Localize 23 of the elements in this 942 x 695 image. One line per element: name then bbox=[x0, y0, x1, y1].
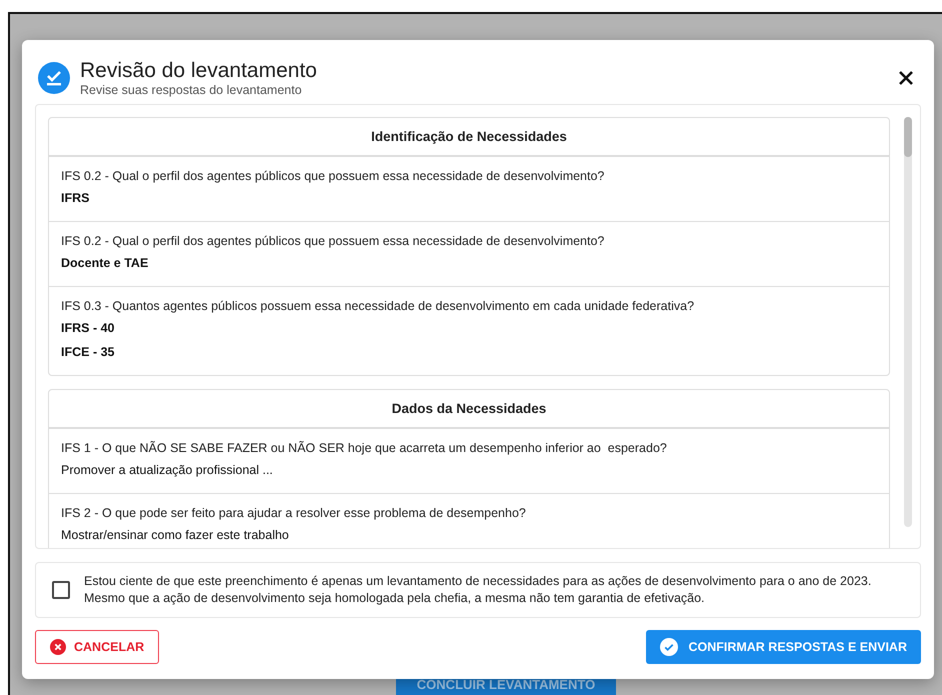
question-text: IFS 1 - O que NÃO SE SABE FAZER ou NÃO SER hoje que acarreta um desempenho inferior ao esperado? bbox=[61, 441, 668, 455]
answer-text: Promover a atualização profissional ... bbox=[61, 463, 274, 477]
agreement-text: Estou ciente de que este preenchimento é apenas um levantamento de necessidades para as ações de desenvolvimento para o ano de 2023. Mesmo que a ação de desenvolvimento seja homologada pela chefia, a mesma não tem garantia de efetivação. bbox=[84, 573, 872, 607]
confirm-button[interactable]: CONFIRMAR RESPOSTAS E ENVIAR bbox=[646, 630, 921, 664]
section-title: Dados da Necessidades bbox=[49, 390, 889, 428]
question-text: IFS 0.3 - Quantos agentes públicos possuem essa necessidade de desenvolvimento em cada unidade federativa? bbox=[61, 299, 696, 313]
agreement-checkbox[interactable] bbox=[52, 580, 70, 599]
scrollbar[interactable] bbox=[904, 117, 912, 527]
check-icon bbox=[38, 62, 70, 94]
answer-text: IFRS bbox=[61, 191, 90, 205]
question-text: IFS 0.2 - Qual o perfil dos agentes públicos que possuem essa necessidade de desenvolvimento? bbox=[61, 169, 606, 183]
answer-text: Mostrar/ensinar como fazer este trabalho bbox=[61, 528, 290, 542]
section-title: Identificação de Necessidades bbox=[49, 118, 889, 156]
dialog-title: Revisão do levantamento bbox=[80, 59, 318, 83]
question-text: IFS 2 - O que pode ser feito para ajudar a resolver esse problema de desempenho? bbox=[61, 506, 527, 520]
answer-text: IFCE - 35 bbox=[61, 345, 116, 359]
cancel-button[interactable]: CANCELAR bbox=[35, 630, 160, 664]
answer-text: Docente e TAE bbox=[61, 256, 150, 270]
check-icon bbox=[660, 638, 678, 656]
dialog-subtitle: Revise suas respostas do levantamento bbox=[80, 83, 303, 97]
close-circle-icon bbox=[50, 638, 66, 655]
answer-text: IFRS - 40 bbox=[61, 321, 116, 335]
question-text: IFS 0.2 - Qual o perfil dos agentes públicos que possuem essa necessidade de desenvolvimento? bbox=[61, 234, 606, 248]
